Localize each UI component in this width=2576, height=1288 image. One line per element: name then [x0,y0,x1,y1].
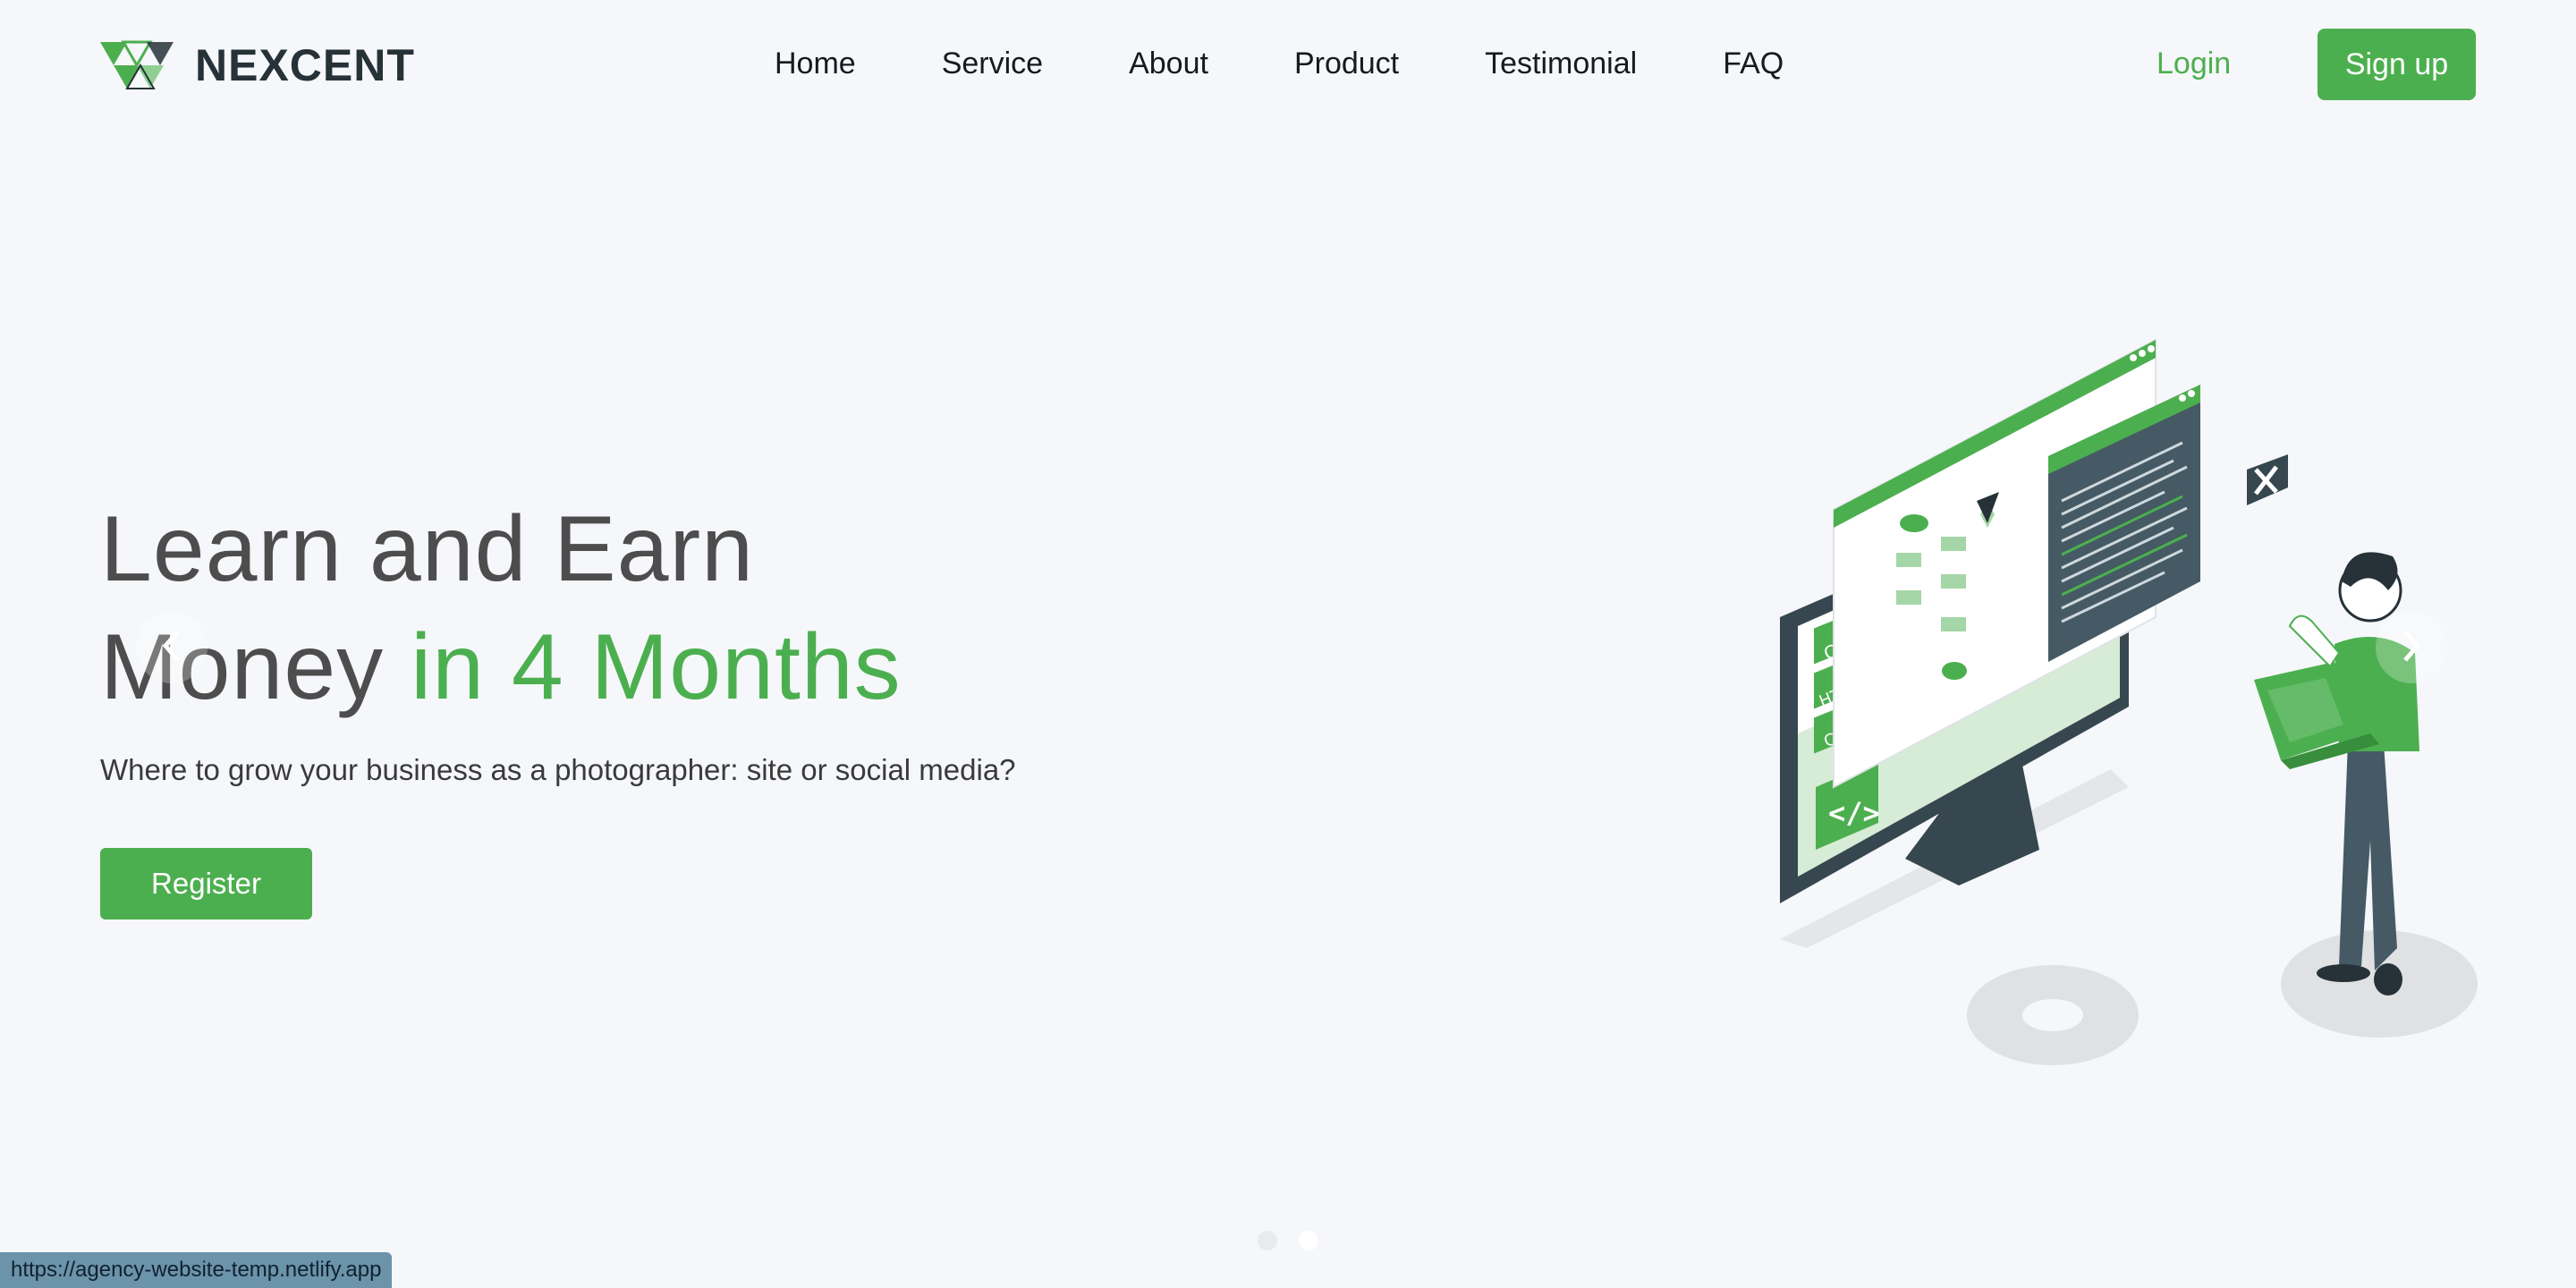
carousel-dot-2[interactable] [1299,1231,1318,1250]
hero-subtitle: Where to grow your business as a photogr… [100,753,1016,786]
hero-title: Learn and Earn Money in 4 Months [100,490,902,726]
logo-icon [100,40,174,90]
hero-title-line2: Money in 4 Months [100,608,902,726]
nav-item-home[interactable]: Home [775,41,856,86]
close-badge-icon [2247,454,2288,505]
hero-title-line1: Learn and Earn [100,497,754,601]
chevron-right-icon [2398,628,2425,668]
brand-logo[interactable]: NEXCENT [100,39,415,91]
hero-illustration: CSS HTML C++ </> [1753,322,2504,1091]
signup-button[interactable]: Sign up [2318,29,2476,100]
chevron-left-icon [158,628,185,668]
nav-item-product[interactable]: Product [1294,41,1399,86]
login-link[interactable]: Login [2157,41,2231,86]
svg-text:</>: </> [1828,796,1880,830]
nav-item-faq[interactable]: FAQ [1723,41,1784,86]
main-menu: Home Service About Product Testimonial F… [775,41,1784,86]
hero-title-accent: in 4 Months [411,615,902,719]
carousel-prev-button[interactable] [136,612,208,683]
carousel-indicators [1258,1231,1340,1250]
brand-name: NEXCENT [195,40,415,90]
nav-item-service[interactable]: Service [942,41,1043,86]
top-navigation: NEXCENT Home Service About Product Testi… [0,0,2576,129]
nav-item-about[interactable]: About [1129,41,1208,86]
status-bar-url: https://agency-website-temp.netlify.app [0,1252,393,1288]
carousel-next-button[interactable] [2376,612,2447,683]
gear-icon [1967,965,2139,1065]
carousel-dot-1[interactable] [1258,1231,1277,1250]
nav-item-testimonial[interactable]: Testimonial [1485,41,1637,86]
register-button[interactable]: Register [100,848,312,919]
